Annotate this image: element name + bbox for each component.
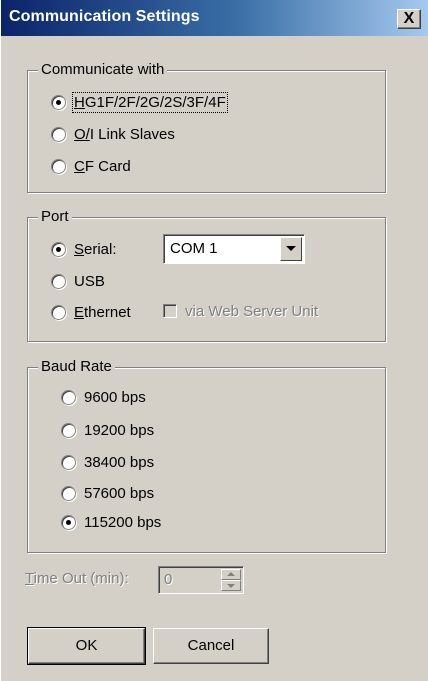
communicate-oi-link-radio[interactable]: O/I Link Slaves [51,123,175,145]
port-ethernet-label: Ethernet [74,303,131,321]
spin-down-icon[interactable] [221,580,241,591]
communicate-hg-label: HG1F/2F/2G/2S/3F/4F [72,91,228,113]
com-port-select[interactable]: COM 1 [163,234,305,264]
port-group-label: Port [38,208,72,226]
timeout-label: Time Out (min): [25,570,129,587]
spin-up-icon[interactable] [221,569,241,580]
radio-indicator[interactable] [61,454,76,470]
close-icon: X [403,10,415,27]
baud-57600-radio[interactable]: 57600 bps [61,482,154,504]
communicate-cf-card-label: CF Card [74,157,131,175]
spinner-buttons [221,569,241,591]
radio-indicator[interactable] [51,158,66,174]
radio-indicator[interactable] [51,304,66,320]
timeout-spinner[interactable]: 0 [158,566,244,594]
baud-38400-label: 38400 bps [84,453,155,471]
baud-57600-label: 57600 bps [84,484,155,502]
radio-indicator[interactable] [61,485,76,501]
port-usb-label: USB [74,272,105,290]
baud-38400-radio[interactable]: 38400 bps [61,451,154,473]
port-ethernet-radio[interactable]: Ethernet [51,301,131,323]
port-serial-radio[interactable]: Serial: [51,238,117,260]
cancel-button[interactable]: Cancel [153,628,269,664]
communicate-oi-link-label: O/I Link Slaves [74,125,175,143]
baud-19200-radio[interactable]: 19200 bps [61,419,154,441]
web-server-checkbox[interactable] [163,304,177,318]
radio-indicator[interactable] [61,389,76,405]
port-usb-radio[interactable]: USB [51,270,105,292]
baud-115200-radio[interactable]: 115200 bps [61,511,161,533]
baud-9600-radio[interactable]: 9600 bps [61,386,146,408]
communicate-hg-radio[interactable]: HG1F/2F/2G/2S/3F/4F [51,91,228,113]
port-serial-label: Serial: [74,240,117,258]
title-bar[interactable]: Communication Settings X [1,0,428,36]
radio-indicator-checked[interactable] [51,241,66,257]
baud-rate-group-label: Baud Rate [38,358,115,376]
baud-9600-label: 9600 bps [84,388,146,406]
chevron-down-icon[interactable] [280,237,302,261]
radio-indicator[interactable] [51,273,66,289]
radio-indicator[interactable] [61,422,76,438]
ok-button[interactable]: OK [27,627,146,665]
dialog-title: Communication Settings [9,8,200,25]
close-button[interactable]: X [397,9,421,29]
cancel-button-label: Cancel [187,637,235,654]
com-port-value: COM 1 [170,240,218,257]
timeout-value: 0 [164,571,173,588]
radio-indicator-checked[interactable] [61,514,76,530]
web-server-label: via Web Server Unit [185,303,319,320]
radio-indicator[interactable] [51,126,66,142]
ok-button-label: OK [75,637,98,654]
radio-indicator-checked[interactable] [51,94,66,110]
communication-settings-dialog: Communication Settings X Communicate wit… [0,0,428,681]
baud-115200-label: 115200 bps [84,513,162,531]
baud-19200-label: 19200 bps [84,421,155,439]
communicate-cf-card-radio[interactable]: CF Card [51,155,131,177]
communicate-with-group-label: Communicate with [38,61,168,79]
